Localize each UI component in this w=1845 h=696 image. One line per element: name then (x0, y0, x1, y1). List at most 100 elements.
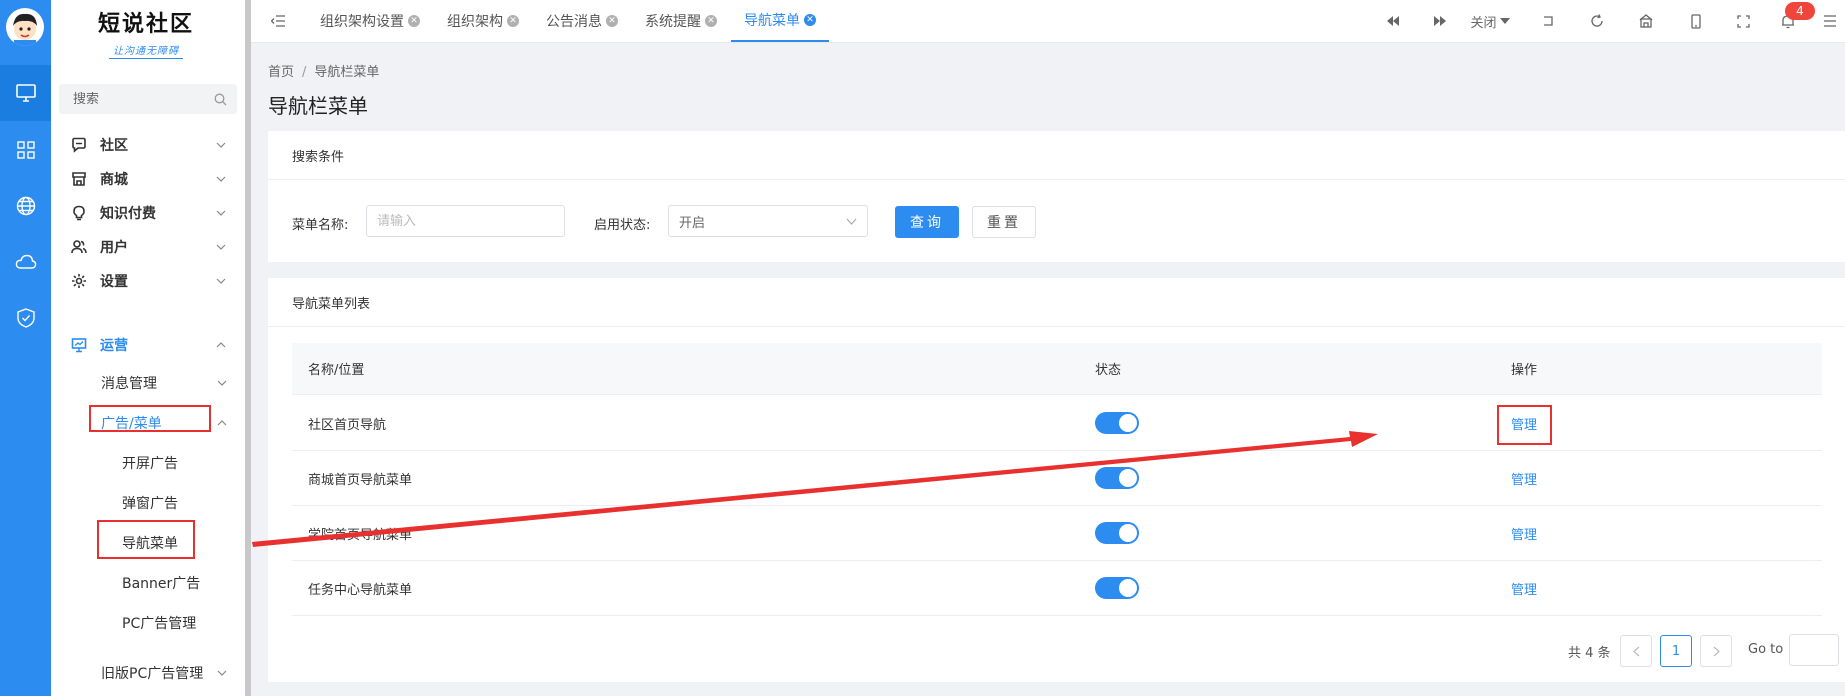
breadcrumb-separator: / (302, 65, 307, 80)
logo-slogan: 让沟通无障碍 (109, 42, 183, 59)
manage-link[interactable]: 管理 (1511, 524, 1537, 543)
menu-leaf-label: Banner广告 (122, 576, 201, 592)
scroll-tabs-right-icon[interactable] (1430, 10, 1450, 32)
status-toggle[interactable] (1095, 522, 1139, 544)
chevron-down-icon (846, 218, 857, 225)
home-icon[interactable] (1636, 10, 1656, 32)
close-icon[interactable]: ✕ (408, 15, 420, 27)
close-icon[interactable]: ✕ (705, 15, 717, 27)
status-toggle[interactable] (1095, 412, 1139, 434)
tab-announcements[interactable]: 公告消息 ✕ (546, 0, 618, 42)
close-tabs-label: 关闭 (1470, 15, 1497, 31)
status-toggle[interactable] (1095, 467, 1139, 489)
rail-desktop-icon[interactable] (0, 65, 51, 121)
next-page-button[interactable] (1700, 635, 1732, 667)
row-name: 社区首页导航 (308, 417, 387, 433)
menu-item-label: 社区 (100, 138, 128, 154)
submenu-label: 广告/菜单 (101, 416, 162, 432)
list-card-title: 导航菜单列表 (268, 278, 1845, 327)
bulb-icon (73, 205, 85, 221)
goto-page-input[interactable] (1789, 634, 1839, 666)
sidebar-scrollbar[interactable] (245, 0, 251, 696)
menu-item-label: 用户 (100, 240, 128, 256)
close-icon[interactable]: ✕ (507, 15, 519, 27)
caret-down-icon (1499, 18, 1510, 24)
status-select[interactable]: 开启 (668, 205, 868, 237)
tab-org-structure[interactable]: 组织架构 ✕ (447, 0, 519, 42)
submenu-message-management[interactable]: 消息管理 (51, 366, 245, 400)
row-name: 商城首页导航菜单 (308, 472, 413, 488)
mobile-icon[interactable] (1686, 10, 1706, 32)
menu-item-operations[interactable]: 运营 (51, 328, 245, 362)
menu-search[interactable] (59, 84, 237, 114)
logo: 短说社区 让沟通无障碍 (91, 6, 201, 62)
chevron-down-icon (216, 210, 226, 216)
back-icon[interactable] (1538, 10, 1558, 32)
presentation-icon (71, 338, 87, 353)
more-menu-icon[interactable] (1820, 10, 1840, 32)
menu-leaf-popup-ad[interactable]: 弹窗广告 (51, 486, 245, 520)
status-label: 启用状态: (594, 218, 651, 233)
manage-link[interactable]: 管理 (1511, 414, 1537, 433)
table-row: 商城首页导航菜单 管理 (292, 451, 1822, 506)
menu-item-users[interactable]: 用户 (51, 230, 245, 264)
breadcrumb-home[interactable]: 首页 (268, 65, 294, 80)
rail-apps-icon[interactable] (0, 122, 51, 178)
search-card: 搜索条件 (268, 131, 1845, 262)
menu-leaf-banner-ad[interactable]: Banner广告 (51, 566, 245, 600)
menu-leaf-nav-menu[interactable]: 导航菜单 (51, 526, 245, 560)
collapse-menu-icon[interactable] (268, 10, 288, 32)
chevron-right-icon (1713, 646, 1720, 656)
page-button-current[interactable]: 1 (1660, 635, 1692, 667)
rail-cloud-icon[interactable] (0, 234, 51, 290)
column-status-header: 状态 (1095, 363, 1122, 378)
menu-search-input[interactable] (73, 91, 203, 107)
menu-leaf-label: PC广告管理 (122, 616, 197, 632)
close-tabs-dropdown[interactable]: 关闭 (1467, 10, 1513, 32)
tab-nav-menu[interactable]: 导航菜单 ✕ (731, 0, 829, 42)
gear-icon (72, 274, 86, 288)
row-name: 任务中心导航菜单 (308, 582, 413, 598)
menu-item-community[interactable]: 社区 (51, 128, 245, 162)
tab-system-reminders[interactable]: 系统提醒 ✕ (645, 0, 717, 42)
prev-page-button[interactable] (1620, 635, 1652, 667)
row-name: 学院首页导航菜单 (308, 527, 413, 543)
breadcrumb: 首页 / 导航栏菜单 (268, 61, 379, 80)
manage-link[interactable]: 管理 (1511, 579, 1537, 598)
menu-name-label: 菜单名称: (292, 218, 349, 233)
menu-item-knowledge[interactable]: 知识付费 (51, 196, 245, 230)
refresh-icon[interactable] (1587, 10, 1607, 32)
chevron-left-icon (1632, 646, 1639, 656)
status-select-value: 开启 (679, 215, 706, 231)
fullscreen-icon[interactable] (1733, 10, 1753, 32)
rail-shield-icon[interactable] (0, 290, 51, 346)
menu-name-input[interactable] (366, 205, 565, 237)
submenu-ads-menus[interactable]: 广告/菜单 (51, 406, 245, 440)
menu-leaf-splash-ad[interactable]: 开屏广告 (51, 446, 245, 480)
submenu-legacy-pc-ads[interactable]: 旧版PC广告管理 (51, 656, 245, 690)
rail-globe-icon[interactable] (0, 178, 51, 234)
query-button[interactable]: 查询 (895, 206, 959, 238)
submenu-label: 旧版PC广告管理 (101, 666, 204, 682)
tab-label: 组织架构设置 (320, 14, 404, 30)
manage-link[interactable]: 管理 (1511, 469, 1537, 488)
close-icon[interactable]: ✕ (804, 14, 816, 26)
avatar[interactable] (6, 8, 44, 46)
reset-button[interactable]: 重置 (972, 206, 1036, 238)
menu-item-label: 设置 (100, 274, 128, 290)
status-toggle[interactable] (1095, 577, 1139, 599)
tab-org-settings[interactable]: 组织架构设置 ✕ (320, 0, 420, 42)
menu-item-mall[interactable]: 商城 (51, 162, 245, 196)
tab-label: 公告消息 (546, 14, 602, 30)
menu-item-label: 商城 (100, 172, 128, 188)
topbar: 组织架构设置 ✕ 组织架构 ✕ 公告消息 ✕ 系统提醒 ✕ 导航菜单 ✕ 关闭 4 (251, 0, 1845, 43)
scroll-tabs-left-icon[interactable] (1383, 10, 1403, 32)
menu-item-settings[interactable]: 设置 (51, 264, 245, 298)
page-title: 导航栏菜单 (268, 94, 368, 118)
chevron-up-icon (216, 342, 226, 348)
menu-leaf-label: 开屏广告 (122, 456, 178, 472)
menu-leaf-pc-ad-management[interactable]: PC广告管理 (51, 606, 245, 640)
chevron-down-icon (216, 278, 226, 284)
close-icon[interactable]: ✕ (606, 15, 618, 27)
submenu-label: 消息管理 (101, 376, 157, 392)
